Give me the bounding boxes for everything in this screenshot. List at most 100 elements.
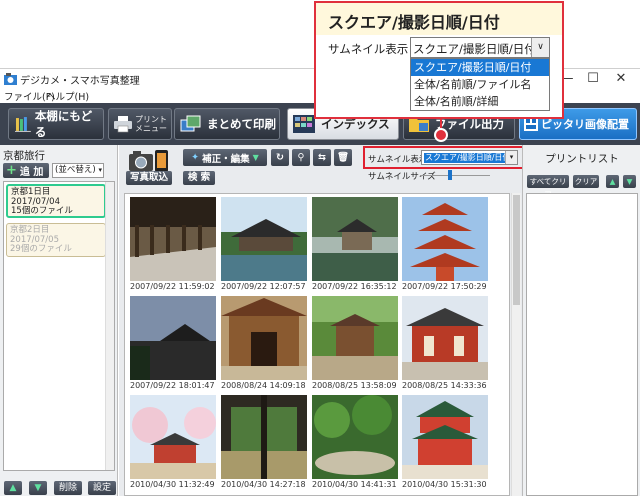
callout-select-value: スクエア/撮影日順/日付: [413, 42, 536, 56]
scroll-thumb[interactable]: [513, 195, 520, 305]
photo-thumbnail[interactable]: 2007/09/22 18:01:47: [130, 296, 216, 390]
photo-caption: 2007/09/22 17:50:29: [402, 282, 487, 291]
thumb-size-slider[interactable]: [420, 175, 490, 176]
trash-icon: 🗑: [336, 152, 350, 163]
clear-button[interactable]: クリア: [573, 175, 599, 188]
bookshelf-icon: [15, 117, 31, 132]
photo-thumbnail[interactable]: 2010/04/30 14:41:31: [312, 395, 398, 489]
photo-caption: 2008/08/25 14:33:36: [402, 381, 487, 390]
chevron-down-icon: ∨: [531, 38, 549, 57]
photo-thumbnail[interactable]: 2010/04/30 14:27:18: [221, 395, 307, 489]
photo-image: [402, 197, 488, 281]
callout-dropdown-list: スクエア/撮影日順/日付 全体/名前順/ファイル名 全体/名前順/詳細: [410, 58, 550, 111]
photo-caption: 2008/08/24 14:09:18: [221, 381, 306, 390]
photo-image: [221, 197, 307, 281]
edit-menu-button[interactable]: ✦ 補正・編集 ▼: [183, 149, 267, 166]
arrow-up-icon: ▲: [9, 483, 17, 493]
printer-icon: [114, 116, 132, 133]
highlight-box: [363, 146, 524, 169]
arrow-down-icon: ▼: [34, 483, 42, 493]
thumb-size-slider-knob[interactable]: [448, 170, 452, 180]
photo-image: [130, 197, 216, 281]
rotate-icon: ↻: [276, 152, 284, 163]
photo-caption: 2008/08/25 13:58:09: [312, 381, 397, 390]
add-button[interactable]: + 追 加: [3, 163, 49, 178]
photo-image: [221, 296, 307, 380]
photo-thumbnail[interactable]: 2008/08/24 14:09:18: [221, 296, 307, 390]
photo-image: [402, 395, 488, 479]
photo-caption: 2010/04/30 14:41:31: [312, 480, 397, 489]
move-down-button[interactable]: ▼: [623, 175, 636, 188]
search-button[interactable]: 検 索: [183, 171, 215, 185]
trash-button[interactable]: 🗑: [334, 149, 352, 166]
rotate-button[interactable]: ↻: [271, 149, 289, 166]
sort-select-value: (並べ替え): [55, 165, 96, 175]
add-label: 追 加: [19, 167, 44, 178]
print-menu-button[interactable]: プリント メニュー: [108, 108, 172, 140]
menu-help[interactable]: ヘルプ(H): [46, 89, 89, 103]
move-down-button[interactable]: ▼: [29, 481, 47, 495]
thumbnail-scrollbar[interactable]: [511, 193, 521, 496]
magnifier-icon: ⚲: [297, 152, 305, 163]
app-icon: [4, 73, 17, 85]
dropdown-option[interactable]: スクエア/撮影日順/日付: [411, 59, 549, 76]
callout-heading: スクエア/撮影日順/日付: [316, 3, 562, 35]
album-count: 29個のファイル: [10, 244, 72, 254]
album-item[interactable]: 京都1日目 2017/07/04 15個のファイル: [6, 184, 106, 218]
photo-thumbnail[interactable]: 2007/09/22 17:50:29: [402, 197, 488, 291]
album-title: 京都旅行: [3, 150, 45, 162]
close-button[interactable]: ✕: [608, 70, 634, 88]
window-title: デジカメ・スマホ写真整理: [20, 76, 140, 87]
photo-thumbnail[interactable]: 2007/09/22 12:07:57: [221, 197, 307, 291]
callout-select[interactable]: スクエア/撮影日順/日付 ∨: [410, 37, 550, 58]
swap-button[interactable]: ⇆: [313, 149, 331, 166]
callout-dot: [434, 128, 448, 142]
photo-caption: 2010/04/30 14:27:18: [221, 480, 306, 489]
bulk-print-button[interactable]: まとめて印刷: [174, 108, 280, 140]
photo-image: [130, 395, 216, 479]
dropdown-option[interactable]: 全体/名前順/詳細: [411, 93, 549, 110]
photo-thumbnail[interactable]: 2007/09/22 16:35:12: [312, 197, 398, 291]
photo-image: [221, 395, 307, 479]
thumbnail-grid: 2007/09/22 11:59:02 2007/09/22 12:07:57 20…: [124, 193, 510, 496]
photo-thumbnail[interactable]: 2010/04/30 15:31:30: [402, 395, 488, 489]
photo-caption: 2010/04/30 15:31:30: [402, 480, 487, 489]
callout-label: サムネイル表示: [328, 42, 409, 56]
print-menu-label: プリント メニュー: [135, 115, 167, 133]
photo-thumbnail[interactable]: 2007/09/22 11:59:02: [130, 197, 216, 291]
photo-caption: 2010/04/30 11:32:49: [130, 480, 215, 489]
import-photos-label[interactable]: 写真取込: [126, 171, 172, 185]
photo-caption: 2007/09/22 12:07:57: [221, 282, 306, 291]
zoom-button[interactable]: ⚲: [292, 149, 310, 166]
photo-image: [402, 296, 488, 380]
print-list-title: プリントリスト: [545, 153, 619, 165]
photo-caption: 2007/09/22 18:01:47: [130, 381, 215, 390]
maximize-button[interactable]: ☐: [580, 70, 606, 88]
sort-select[interactable]: (並べ替え) ▾: [52, 163, 104, 178]
clear-all-button[interactable]: すべてクリア: [527, 175, 569, 199]
move-up-button[interactable]: ▲: [4, 481, 22, 495]
photo-panel: 写真取込 ✦ 補正・編集 ▼ ↻ ⚲ ⇆ 🗑 検 索 2007/09/22 11…: [119, 145, 522, 496]
edit-toolstrip: ✦ 補正・編集 ▼ ↻ ⚲ ⇆ 🗑: [183, 149, 355, 166]
delete-button[interactable]: 削除: [54, 481, 82, 495]
chevron-down-icon: ▼: [252, 153, 259, 162]
photo-thumbnail[interactable]: 2008/08/25 14:33:36: [402, 296, 488, 390]
photo-image: [312, 296, 398, 380]
settings-button[interactable]: 設定: [88, 481, 116, 495]
album-scrollbar[interactable]: [105, 182, 114, 470]
camera-phone-icon: [129, 150, 168, 172]
album-panel: 京都旅行 + 追 加 (並べ替え) ▾ 京都1日目 2017/07/04 15個…: [0, 145, 118, 496]
photo-thumbnail[interactable]: 2008/08/25 13:58:09: [312, 296, 398, 390]
back-to-shelf-button[interactable]: 本棚にもどる: [8, 108, 104, 140]
print-list-panel: プリントリスト すべてクリア クリア ▲ ▼: [522, 145, 640, 496]
print-list: [526, 193, 638, 496]
album-item[interactable]: 京都2日目 2017/07/05 29個のファイル: [6, 223, 106, 257]
album-list: 京都1日目 2017/07/04 15個のファイル 京都2日目 2017/07/…: [3, 181, 115, 471]
photo-image: [130, 296, 216, 380]
move-up-button[interactable]: ▲: [606, 175, 619, 188]
stacked-photos-icon: [180, 115, 201, 132]
photo-thumbnail[interactable]: 2010/04/30 11:32:49: [130, 395, 216, 489]
back-to-shelf-label: 本棚にもどる: [34, 109, 93, 139]
arrow-up-icon: ▲: [609, 177, 616, 186]
dropdown-option[interactable]: 全体/名前順/ファイル名: [411, 76, 549, 93]
